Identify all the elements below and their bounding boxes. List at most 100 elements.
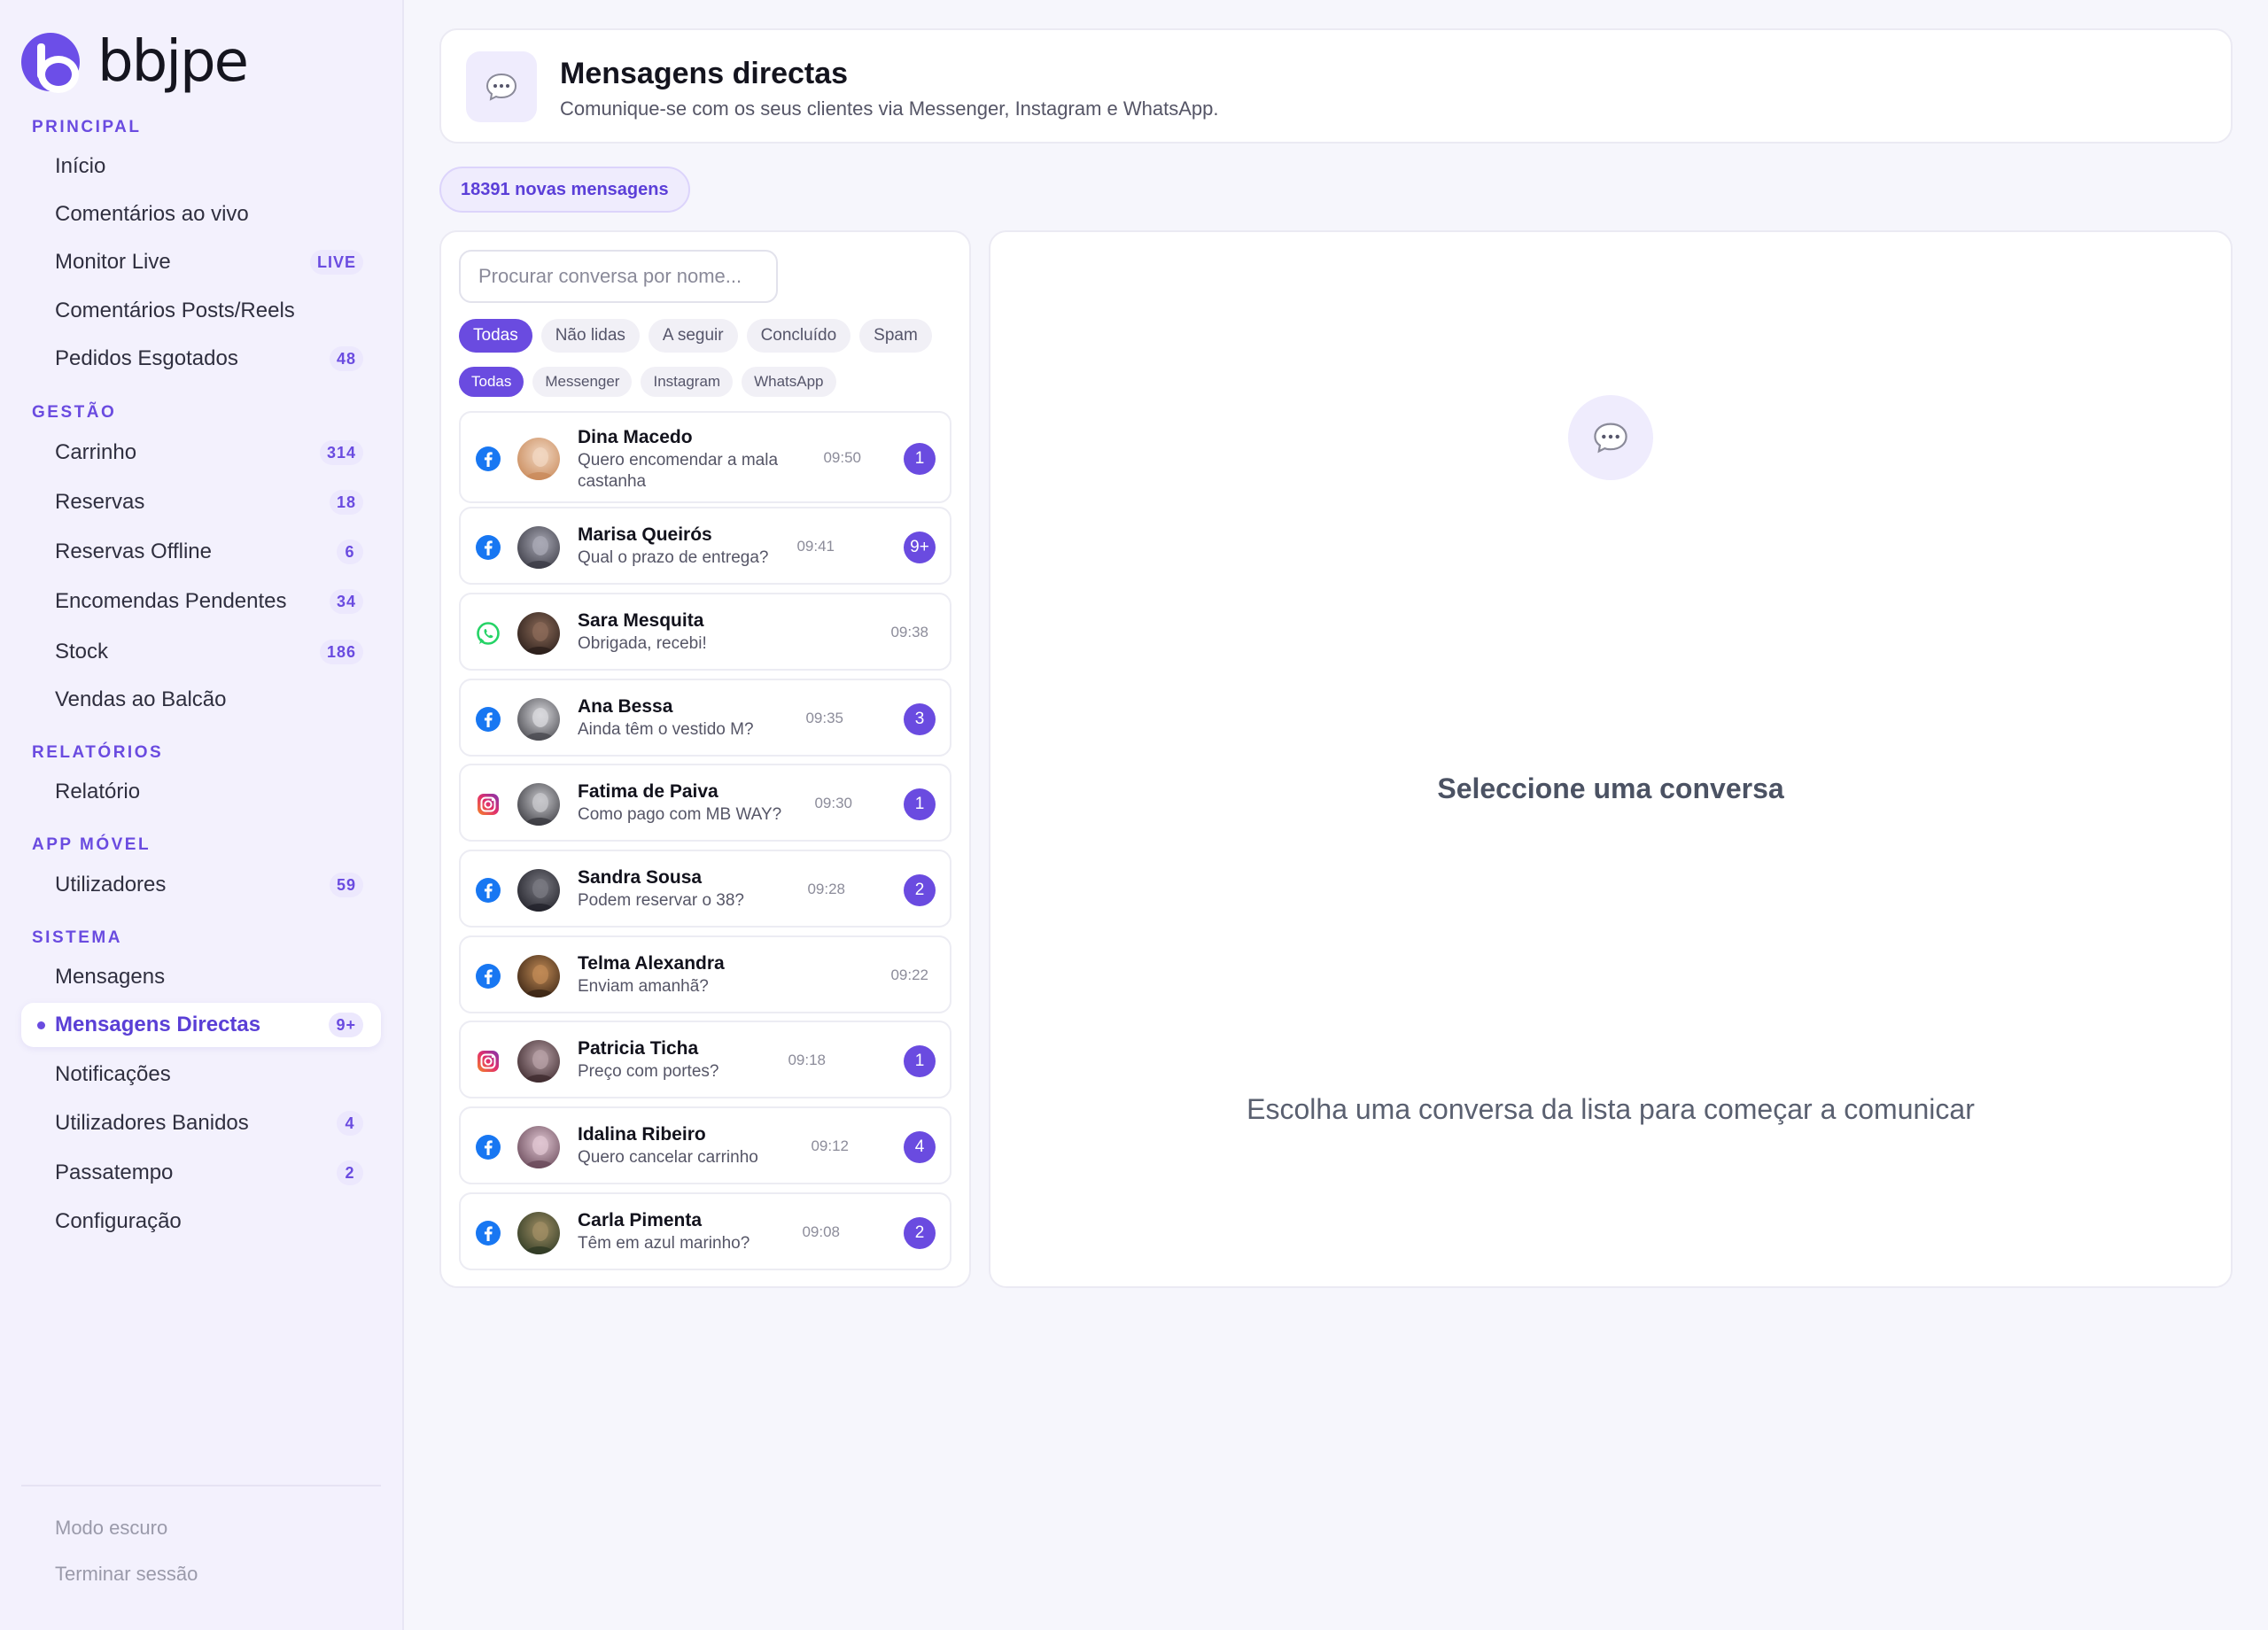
count-badge: 18	[329, 490, 363, 515]
sidebar: bbjpe PRINCIPAL Início Comentários ao vi…	[0, 0, 404, 1630]
sidebar-item-passatempo[interactable]: Passatempo 2	[21, 1151, 381, 1195]
unread-count-badge: 1	[904, 788, 936, 820]
section-gestao: GESTÃO	[32, 403, 117, 422]
sidebar-item-mensagens-directas[interactable]: Mensagens Directas 9+	[21, 1003, 381, 1047]
sidebar-item-label: Notificações	[55, 1062, 171, 1086]
logout-button[interactable]: Terminar sessão	[55, 1563, 198, 1586]
brand-name: bbjpe	[97, 29, 249, 95]
sidebar-divider	[21, 1485, 381, 1486]
page-subtitle: Comunique-se com os seus clientes via Me…	[560, 97, 1219, 120]
messenger-icon	[475, 534, 501, 561]
avatar	[517, 1040, 560, 1083]
conversation-row[interactable]: Dina Macedo Quero encomendar a mala casta…	[459, 411, 951, 503]
messenger-icon	[475, 1220, 501, 1246]
filter-a-seguir[interactable]: A seguir	[648, 319, 738, 353]
message-time: 09:22	[890, 966, 928, 983]
empty-state-title: Seleccione uma conversa	[1437, 772, 1784, 804]
sidebar-item-relatorio[interactable]: Relatório	[21, 770, 381, 814]
message-time: 09:30	[814, 795, 852, 811]
unread-count-badge: 3	[904, 703, 936, 735]
sidebar-item-mensagens[interactable]: Mensagens	[21, 955, 381, 999]
sidebar-item-label: Configuração	[55, 1209, 182, 1233]
count-badge: 59	[329, 873, 363, 897]
sidebar-item-label: Mensagens	[55, 965, 166, 989]
message-time: 09:28	[807, 881, 845, 897]
page-title: Mensagens directas	[560, 57, 849, 90]
instagram-icon	[475, 791, 501, 818]
avatar	[517, 783, 560, 826]
contact-name: Patricia Ticha	[578, 1038, 699, 1059]
message-time: 09:12	[811, 1137, 849, 1154]
avatar	[517, 526, 560, 569]
conversation-row[interactable]: Fatima de Paiva Como pago com MB WAY? 09:3…	[459, 764, 951, 842]
page-header: Mensagens directas Comunique-se com os s…	[439, 28, 2233, 144]
sidebar-item-utilizadores-banidos[interactable]: Utilizadores Banidos 4	[21, 1101, 381, 1145]
filter-concluido[interactable]: Concluído	[746, 319, 851, 353]
platform-filter-whatsapp[interactable]: WhatsApp	[742, 367, 836, 397]
sidebar-item-encomendas-pendentes[interactable]: Encomendas Pendentes 34	[21, 579, 381, 624]
message-preview: Qual o prazo de entrega?	[578, 548, 769, 567]
messenger-icon	[475, 706, 501, 733]
filter-nao-lidas[interactable]: Não lidas	[540, 319, 640, 353]
sidebar-item-utilizadores[interactable]: Utilizadores 59	[21, 863, 381, 907]
filter-todas[interactable]: Todas	[459, 319, 532, 353]
message-time: 09:35	[805, 710, 843, 726]
unread-count-badge: 2	[904, 1217, 936, 1249]
sidebar-item-monitor-live[interactable]: Monitor Live LIVE	[21, 240, 381, 284]
sidebar-item-label: Passatempo	[55, 1160, 174, 1184]
sidebar-item-reservas[interactable]: Reservas 18	[21, 480, 381, 524]
messenger-icon	[475, 877, 501, 904]
avatar	[517, 1212, 560, 1254]
conversation-list-panel: Todas Não lidas A seguir Concluído Spam …	[439, 230, 971, 1288]
sidebar-item-pedidos-esgotados[interactable]: Pedidos Esgotados 48	[21, 337, 381, 381]
sidebar-item-label: Utilizadores	[55, 873, 167, 896]
avatar	[517, 612, 560, 655]
sidebar-item-label: Comentários Posts/Reels	[55, 299, 295, 322]
sidebar-item-reservas-offline[interactable]: Reservas Offline 6	[21, 530, 381, 574]
platform-filter-instagram[interactable]: Instagram	[641, 367, 734, 397]
section-principal: PRINCIPAL	[32, 118, 142, 136]
message-time: 09:38	[890, 624, 928, 640]
search-input[interactable]	[459, 250, 778, 303]
sidebar-item-inicio[interactable]: Início	[21, 144, 381, 189]
conversation-row[interactable]: Sara Mesquita Obrigada, recebi! 09:38	[459, 593, 951, 671]
conversation-row[interactable]: Sandra Sousa Podem reservar o 38? 09:28 2	[459, 850, 951, 928]
sidebar-item-notificacoes[interactable]: Notificações	[21, 1052, 381, 1097]
sidebar-item-comentarios-ao-vivo[interactable]: Comentários ao vivo	[21, 192, 381, 237]
unread-count-badge: 4	[904, 1131, 936, 1163]
sidebar-item-carrinho[interactable]: Carrinho 314	[21, 431, 381, 475]
message-preview: Quero cancelar carrinho	[578, 1148, 758, 1167]
sidebar-item-stock[interactable]: Stock 186	[21, 630, 381, 674]
sidebar-item-label: Utilizadores Banidos	[55, 1111, 249, 1135]
section-relatorios: RELATÓRIOS	[32, 743, 164, 762]
messenger-icon	[475, 963, 501, 990]
new-messages-badge[interactable]: 18391 novas mensagens	[439, 167, 690, 213]
contact-name: Fatima de Paiva	[578, 781, 718, 802]
chat-bubble-icon	[466, 51, 537, 122]
message-preview: Como pago com MB WAY?	[578, 805, 782, 824]
brand-logo[interactable]: bbjpe	[21, 29, 249, 95]
conversation-row[interactable]: Ana Bessa Ainda têm o vestido M? 09:35 3	[459, 679, 951, 757]
contact-name: Idalina Ribeiro	[578, 1124, 706, 1145]
sidebar-item-comentarios-posts[interactable]: Comentários Posts/Reels	[21, 289, 381, 333]
filter-spam[interactable]: Spam	[859, 319, 932, 353]
section-sistema: SISTEMA	[32, 928, 122, 947]
count-badge: 4	[337, 1111, 363, 1136]
conversation-row[interactable]: Idalina Ribeiro Quero cancelar carrinho 09…	[459, 1106, 951, 1184]
conversation-row[interactable]: Carla Pimenta Têm em azul marinho? 09:08 2	[459, 1192, 951, 1270]
empty-state-subtitle: Escolha uma conversa da lista para começ…	[1247, 1093, 1975, 1125]
sidebar-item-label: Carrinho	[55, 440, 137, 464]
conversation-row[interactable]: Patricia Ticha Preço com portes? 09:18 1	[459, 1021, 951, 1098]
avatar	[517, 955, 560, 997]
dark-mode-toggle[interactable]: Modo escuro	[55, 1517, 167, 1540]
count-badge: 48	[329, 346, 363, 371]
message-time: 09:41	[796, 538, 835, 555]
conversation-row[interactable]: Telma Alexandra Enviam amanhã? 09:22	[459, 935, 951, 1013]
platform-filter-messenger[interactable]: Messenger	[532, 367, 633, 397]
platform-filter-todas[interactable]: Todas	[459, 367, 524, 397]
sidebar-item-vendas-balcao[interactable]: Vendas ao Balcão	[21, 678, 381, 722]
message-preview: Quero encomendar a mala castanha	[578, 451, 779, 491]
conversation-row[interactable]: Marisa Queirós Qual o prazo de entrega? 09…	[459, 507, 951, 585]
unread-count-badge: 1	[904, 1045, 936, 1077]
sidebar-item-configuracao[interactable]: Configuração	[21, 1199, 381, 1244]
